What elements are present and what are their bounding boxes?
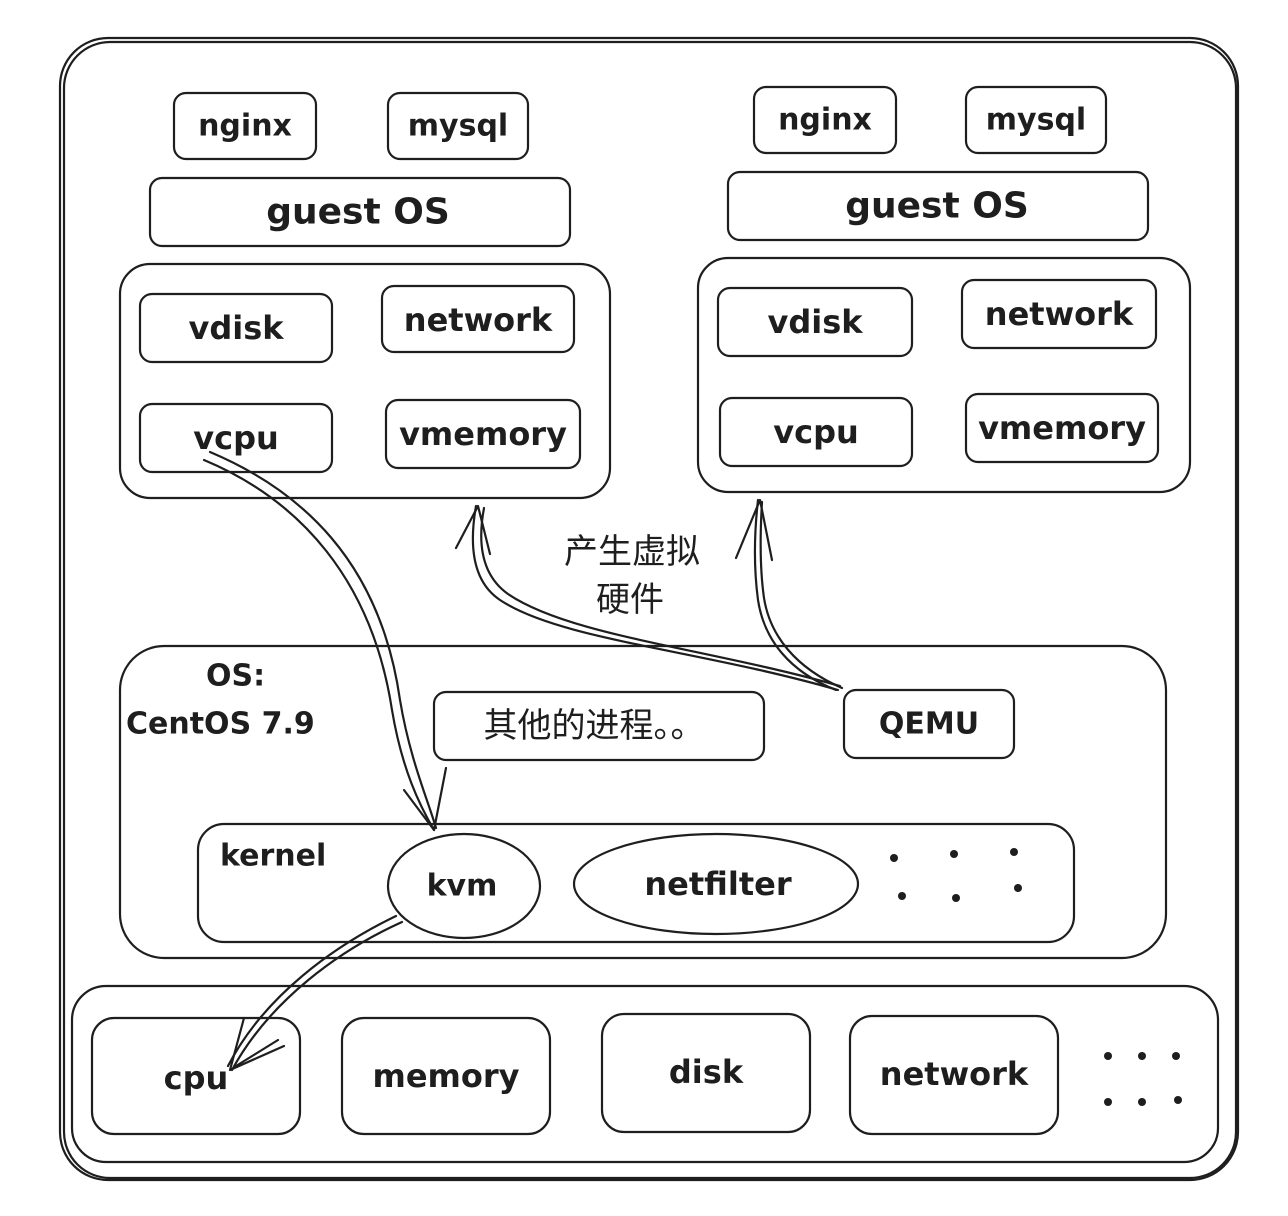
vm-right-app-nginx: nginx: [752, 85, 898, 155]
vm-left-app-nginx-label: nginx: [198, 109, 292, 144]
arrow-vcpu-to-kvm: [202, 450, 448, 832]
other-processes: 其他的进程。。: [432, 690, 766, 762]
annotation-line-2: 硬件: [596, 580, 664, 620]
vm-left-vcpu: vcpu: [138, 402, 334, 474]
hw-more-ellipsis: [1104, 1052, 1182, 1106]
vm-right-vdisk-label: vdisk: [767, 303, 863, 341]
vm-right: nginx mysql guest OS vdisk network vcpu: [696, 85, 1192, 494]
vm-left-vdisk: vdisk: [138, 292, 334, 364]
vm-left-vdisk-label: vdisk: [188, 309, 284, 347]
qemu-label: QEMU: [879, 707, 979, 742]
hw-network: network: [848, 1014, 1060, 1136]
vm-right-guest-os-label: guest OS: [845, 186, 1029, 227]
kernel-label: kernel: [220, 839, 326, 874]
vm-left-app-mysql: mysql: [386, 91, 530, 161]
physical-hardware: cpu memory disk network: [70, 984, 1220, 1164]
vm-right-guest-os: guest OS: [726, 170, 1150, 242]
hw-disk: disk: [600, 1012, 812, 1134]
vm-left-guest-os: guest OS: [148, 176, 572, 248]
qemu-process: QEMU: [842, 688, 1016, 760]
vm-left-app-mysql-label: mysql: [408, 109, 508, 144]
virtualization-diagram: nginx mysql guest OS vdisk network vcpu: [58, 36, 1240, 1182]
vm-right-network-label: network: [985, 295, 1134, 333]
host-os-label-line-2: CentOS 7.9: [126, 707, 315, 742]
kernel-module-kvm-label: kvm: [427, 869, 498, 904]
hw-memory-label: memory: [372, 1057, 519, 1095]
arrow-kvm-to-cpu: [226, 914, 404, 1072]
vm-left-guest-os-label: guest OS: [266, 192, 450, 233]
hw-cpu-label: cpu: [164, 1059, 229, 1097]
vm-right-vmemory-label: vmemory: [978, 409, 1146, 447]
vm-left-vmemory-label: vmemory: [399, 415, 567, 453]
vm-right-vcpu-label: vcpu: [773, 413, 859, 451]
hw-memory: memory: [340, 1016, 552, 1136]
hw-disk-label: disk: [669, 1053, 744, 1091]
kernel: kernel kvm netfilter: [196, 822, 1076, 944]
host-os: OS: CentOS 7.9 其他的进程。。 QEMU kernel kvm n…: [118, 644, 1168, 960]
vm-right-network: network: [960, 278, 1158, 350]
annotation-virtual-hardware: 产生虚拟 硬件: [564, 532, 700, 620]
vm-right-vdisk: vdisk: [716, 286, 914, 358]
vm-left-network: network: [380, 284, 576, 354]
vm-right-app-mysql: mysql: [964, 85, 1108, 155]
vm-left-app-nginx: nginx: [172, 91, 318, 161]
kernel-module-netfilter-label: netfilter: [644, 865, 791, 903]
kernel-more-ellipsis: [890, 848, 1022, 902]
other-processes-label: 其他的进程。。: [484, 706, 705, 746]
annotation-line-1: 产生虚拟: [564, 532, 700, 572]
vm-right-virtual-hardware: vdisk network vcpu vmemory: [696, 256, 1192, 494]
vm-left: nginx mysql guest OS vdisk network vcpu: [118, 91, 612, 500]
vm-right-vcpu: vcpu: [718, 396, 914, 468]
hw-network-label: network: [880, 1055, 1029, 1093]
vm-left-virtual-hardware: vdisk network vcpu vmemory: [118, 262, 612, 500]
vm-left-vcpu-label: vcpu: [193, 419, 279, 457]
arrow-qemu-to-vm-right: [734, 498, 844, 692]
kernel-module-kvm: kvm: [386, 832, 542, 940]
hw-cpu: cpu: [90, 1016, 302, 1136]
vm-right-app-mysql-label: mysql: [986, 103, 1086, 138]
kernel-module-netfilter: netfilter: [572, 832, 860, 936]
vm-left-vmemory: vmemory: [384, 398, 582, 470]
vm-left-network-label: network: [404, 301, 553, 339]
vm-right-app-nginx-label: nginx: [778, 103, 872, 138]
host-os-label-line-1: OS:: [206, 659, 265, 694]
vm-right-vmemory: vmemory: [964, 392, 1160, 464]
